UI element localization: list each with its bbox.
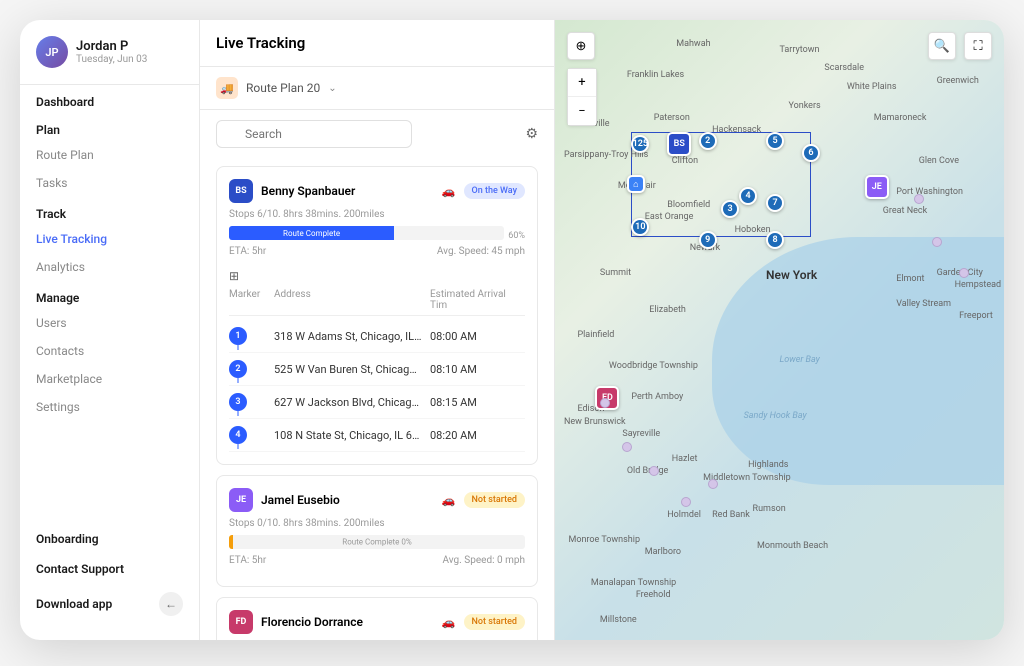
- fullscreen-button[interactable]: ⛶: [964, 32, 992, 60]
- stop-address: 525 W Van Buren St, Chicago, IL ...: [274, 363, 430, 376]
- truck-icon: 🚚: [216, 77, 238, 99]
- locate-button[interactable]: ⊕: [567, 32, 595, 60]
- map-marker[interactable]: 8: [766, 231, 784, 249]
- map-marker[interactable]: 7: [766, 194, 784, 212]
- stop-row[interactable]: 1 318 W Adams St, Chicago, IL 60606... 0…: [229, 320, 525, 353]
- status-badge: Not started: [464, 614, 526, 630]
- app-shell: JP Jordan P Tuesday, Jun 03 Dashboard Pl…: [20, 20, 1004, 640]
- car-icon: 🚗: [442, 494, 456, 507]
- sidebar: JP Jordan P Tuesday, Jun 03 Dashboard Pl…: [20, 20, 200, 640]
- nav-live-tracking[interactable]: Live Tracking: [20, 225, 199, 253]
- driver-name: Jamel Eusebio: [261, 493, 434, 507]
- nav-contacts[interactable]: Contacts: [20, 337, 199, 365]
- pale-marker: [708, 479, 718, 489]
- stop-time: 08:20 AM: [430, 429, 525, 442]
- download-link[interactable]: Download app ←: [36, 584, 183, 624]
- driver-avatar: JE: [229, 488, 253, 512]
- user-name: Jordan P: [76, 39, 147, 54]
- map-controls-right: 🔍 ⛶: [928, 32, 992, 60]
- driver-name: Benny Spanbauer: [261, 184, 434, 198]
- avg-speed: Avg. Speed: 0 mph: [443, 555, 526, 566]
- nav-settings[interactable]: Settings: [20, 393, 199, 421]
- stop-address: 108 N State St, Chicago, IL 60602...: [274, 429, 430, 442]
- user-profile[interactable]: JP Jordan P Tuesday, Jun 03: [20, 36, 199, 84]
- map-marker[interactable]: 9: [699, 231, 717, 249]
- stop-address: 627 W Jackson Blvd, Chicago, IL ...: [274, 396, 430, 409]
- drivers-list: BS Benny Spanbauer 🚗 On the Way Stops 6/…: [200, 158, 554, 640]
- progress-bar: Route Complete: [229, 226, 504, 240]
- nav-users[interactable]: Users: [20, 309, 199, 337]
- driver-stats: Stops 6/10. 8hrs 38mins. 200miles: [229, 209, 525, 220]
- nav-plan-section: Plan: [20, 113, 199, 141]
- stop-time: 08:10 AM: [430, 363, 525, 376]
- stops-header: Marker Address Estimated Arrival Tim: [229, 289, 525, 316]
- map-view[interactable]: New York Newark Yonkers Clifton Hoboken …: [555, 20, 1004, 640]
- stop-row[interactable]: 3 627 W Jackson Blvd, Chicago, IL ... 08…: [229, 386, 525, 419]
- nav-manage-section: Manage: [20, 281, 199, 309]
- page-title: Live Tracking: [200, 20, 554, 67]
- driver-avatar: BS: [229, 179, 253, 203]
- eta: ETA: 5hr: [229, 555, 266, 566]
- progress-bar: Route Complete 0%: [229, 535, 525, 549]
- support-link[interactable]: Contact Support: [36, 554, 183, 584]
- stop-row[interactable]: 4 108 N State St, Chicago, IL 60602... 0…: [229, 419, 525, 452]
- car-icon: 🚗: [442, 616, 456, 629]
- chevron-down-icon: ⌄: [328, 83, 336, 94]
- map-marker[interactable]: 5: [766, 132, 784, 150]
- marker-icon: 3: [229, 393, 247, 411]
- map-marker[interactable]: JE: [865, 175, 889, 199]
- marker-icon: 2: [229, 360, 247, 378]
- stop-time: 08:15 AM: [430, 396, 525, 409]
- marker-icon: 1: [229, 327, 247, 345]
- map-marker[interactable]: BS: [667, 132, 691, 156]
- nav-track-section: Track: [20, 197, 199, 225]
- zoom-in-button[interactable]: +: [568, 69, 596, 97]
- pale-marker: [622, 442, 632, 452]
- tracking-panel: Live Tracking 🚚 Route Plan 20 ⌄ 🔍 ⚙ BS B…: [200, 20, 555, 640]
- map-controls-left: ⊕ + −: [567, 32, 597, 126]
- route-name: Route Plan 20: [246, 81, 320, 95]
- grid-icon[interactable]: ⊞: [229, 269, 239, 283]
- driver-card[interactable]: FD Florencio Dorrance 🚗 Not started Stop…: [216, 597, 538, 640]
- filter-icon[interactable]: ⚙: [525, 126, 538, 142]
- map-marker[interactable]: 2: [699, 132, 717, 150]
- main: Live Tracking 🚚 Route Plan 20 ⌄ 🔍 ⚙ BS B…: [200, 20, 1004, 640]
- search-bar: 🔍 ⚙: [200, 110, 554, 158]
- map-marker[interactable]: 6: [802, 144, 820, 162]
- map-marker[interactable]: 3: [721, 200, 739, 218]
- driver-card[interactable]: JE Jamel Eusebio 🚗 Not started Stops 0/1…: [216, 475, 538, 587]
- avatar: JP: [36, 36, 68, 68]
- driver-avatar: FD: [229, 610, 253, 634]
- pale-marker: [914, 194, 924, 204]
- onboarding-link[interactable]: Onboarding: [36, 524, 183, 554]
- user-date: Tuesday, Jun 03: [76, 54, 147, 65]
- map-marker[interactable]: ⌂: [627, 175, 645, 193]
- route-selector[interactable]: 🚚 Route Plan 20 ⌄: [200, 67, 554, 110]
- avg-speed: Avg. Speed: 45 mph: [437, 246, 525, 257]
- map-marker[interactable]: 125: [631, 135, 649, 153]
- driver-stats: Stops 0/10. 8hrs 38mins. 200miles: [229, 518, 525, 529]
- stop-address: 318 W Adams St, Chicago, IL 60606...: [274, 330, 430, 343]
- nav-marketplace[interactable]: Marketplace: [20, 365, 199, 393]
- car-icon: 🚗: [442, 185, 456, 198]
- driver-name: Florencio Dorrance: [261, 615, 434, 629]
- stop-row[interactable]: 2 525 W Van Buren St, Chicago, IL ... 08…: [229, 353, 525, 386]
- arrow-left-icon: ←: [159, 592, 183, 616]
- search-input[interactable]: [216, 120, 412, 148]
- status-badge: Not started: [464, 492, 526, 508]
- status-badge: On the Way: [464, 183, 525, 199]
- nav-dashboard[interactable]: Dashboard: [20, 84, 199, 113]
- sidebar-footer: Onboarding Contact Support Download app …: [20, 524, 199, 624]
- driver-card[interactable]: BS Benny Spanbauer 🚗 On the Way Stops 6/…: [216, 166, 538, 465]
- eta: ETA: 5hr: [229, 246, 266, 257]
- map-search-button[interactable]: 🔍: [928, 32, 956, 60]
- zoom-out-button[interactable]: −: [568, 97, 596, 125]
- download-label: Download app: [36, 597, 112, 611]
- stop-time: 08:00 AM: [430, 330, 525, 343]
- nav-analytics[interactable]: Analytics: [20, 253, 199, 281]
- nav-tasks[interactable]: Tasks: [20, 169, 199, 197]
- nav-route-plan[interactable]: Route Plan: [20, 141, 199, 169]
- marker-icon: 4: [229, 426, 247, 444]
